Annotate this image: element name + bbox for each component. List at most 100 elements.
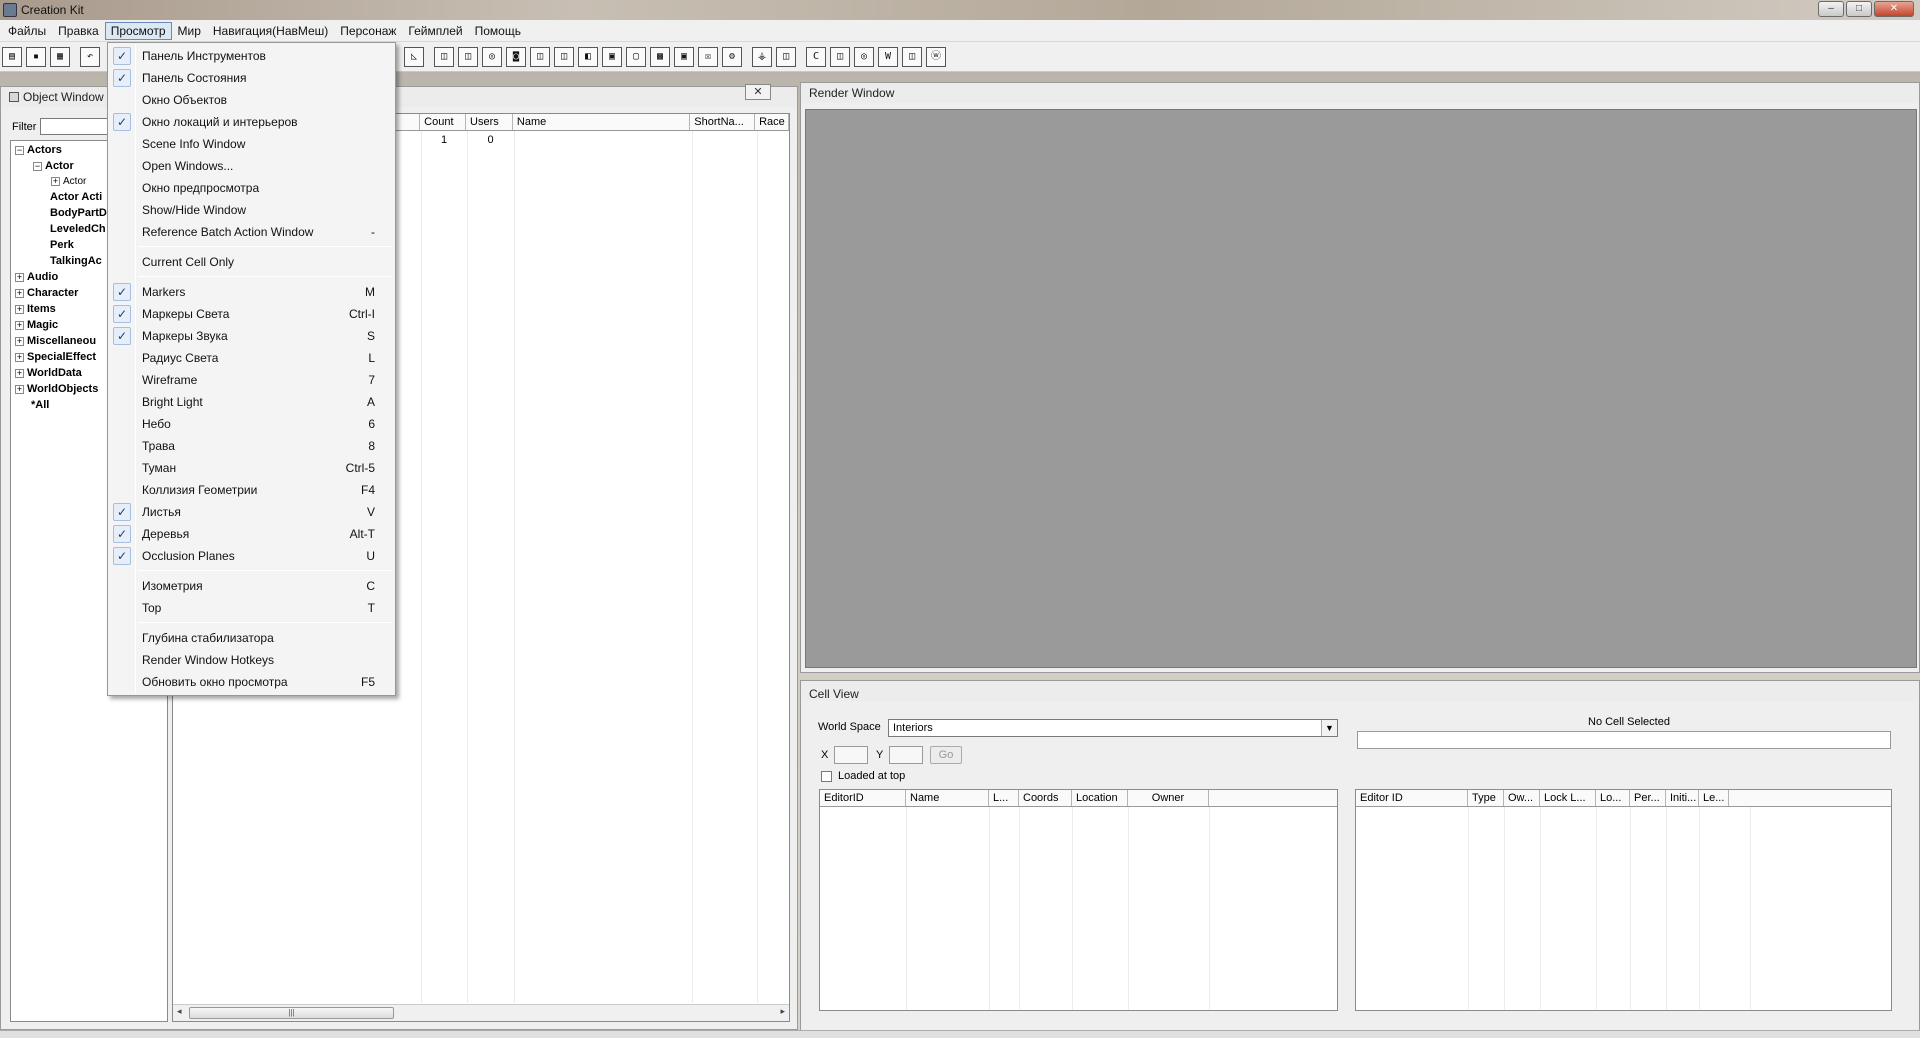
column-header-coords[interactable]: Coords: [1019, 790, 1072, 806]
box-icon[interactable]: ▩: [650, 46, 670, 67]
scroll-left-icon[interactable]: ◂: [177, 1006, 182, 1017]
chart-icon[interactable]: ◺: [404, 46, 424, 67]
column-header-location[interactable]: Location: [1072, 790, 1128, 806]
tree-node[interactable]: + WorldData: [15, 367, 82, 379]
column-header-race[interactable]: Race: [755, 114, 789, 130]
column-header-persistent[interactable]: Per...: [1630, 790, 1666, 806]
chevron-down-icon[interactable]: ▼: [1321, 720, 1337, 736]
tree-node[interactable]: + Items: [15, 303, 56, 315]
view-menu-item[interactable]: Изометрия C: [108, 575, 395, 597]
column-header-lock-level[interactable]: Lock L...: [1540, 790, 1596, 806]
view-menu-item[interactable]: ✓ Occlusion Planes U: [108, 545, 395, 567]
render-viewport[interactable]: [805, 109, 1917, 668]
column-header-owner[interactable]: Owner: [1128, 790, 1209, 806]
view-menu-item[interactable]: ✓ Панель Инструментов: [108, 45, 395, 67]
column-header-name[interactable]: Name: [906, 790, 989, 806]
view-menu-item[interactable]: ✓ Маркеры Звука S: [108, 325, 395, 347]
expand-icon[interactable]: +: [51, 177, 60, 186]
tree-node[interactable]: + Magic: [15, 319, 58, 331]
menu-help[interactable]: Помощь: [469, 22, 527, 40]
view-menu-item[interactable]: ✓ Листья V: [108, 501, 395, 523]
view-menu-item[interactable]: Show/Hide Window: [108, 199, 395, 221]
column-header-l[interactable]: L...: [989, 790, 1019, 806]
view-menu-item[interactable]: Туман Ctrl-5: [108, 457, 395, 479]
expand-icon[interactable]: +: [15, 305, 24, 314]
column-header-shortname[interactable]: ShortNa...: [690, 114, 756, 130]
tree-node[interactable]: + Miscellaneou: [15, 335, 96, 347]
box-icon[interactable]: ▢: [626, 46, 646, 67]
tree-node[interactable]: + Character: [15, 287, 78, 299]
tree-node[interactable]: TalkingAc: [50, 255, 102, 267]
box-icon[interactable]: ◫: [776, 46, 796, 67]
tree-icon[interactable]: ⚶: [752, 46, 772, 67]
box-icon[interactable]: ◫: [830, 46, 850, 67]
cell-info-field[interactable]: [1357, 731, 1891, 749]
view-menu-item[interactable]: Трава 8: [108, 435, 395, 457]
view-menu-item[interactable]: Радиус Света L: [108, 347, 395, 369]
view-menu-item[interactable]: Render Window Hotkeys: [108, 649, 395, 671]
menu-navmesh[interactable]: Навигация(НавМеш): [207, 22, 334, 40]
preferences-icon[interactable]: ▦: [50, 46, 70, 67]
circle-icon[interactable]: ◎: [854, 46, 874, 67]
world-space-select[interactable]: Interiors ▼: [888, 719, 1338, 737]
view-menu-item[interactable]: ✓ Маркеры Света Ctrl-I: [108, 303, 395, 325]
scrollbar-thumb[interactable]: |||: [189, 1007, 394, 1019]
view-menu-item[interactable]: ✓ Панель Состояния: [108, 67, 395, 89]
object-window-close-button[interactable]: ✕: [745, 84, 771, 100]
menu-character[interactable]: Персонаж: [334, 22, 402, 40]
column-header-initially[interactable]: Initi...: [1666, 790, 1699, 806]
view-menu-item[interactable]: Top T: [108, 597, 395, 619]
tree-node[interactable]: + Audio: [15, 271, 58, 283]
expand-icon[interactable]: +: [15, 353, 24, 362]
column-header-editorid[interactable]: EditorID: [820, 790, 906, 806]
scroll-right-icon[interactable]: ▸: [780, 1006, 785, 1017]
horizontal-scrollbar[interactable]: ◂ ||| ▸: [173, 1004, 789, 1021]
view-menu-item[interactable]: Wireframe 7: [108, 369, 395, 391]
letter-c-button[interactable]: C: [806, 46, 826, 67]
view-menu-item[interactable]: Окно Объектов: [108, 89, 395, 111]
cube-icon[interactable]: ◫: [434, 46, 454, 67]
open-icon[interactable]: ▤: [2, 46, 22, 67]
cell-list-grid[interactable]: EditorID Name L... Coords Location Owner: [819, 789, 1338, 1011]
expand-icon[interactable]: +: [15, 385, 24, 394]
save-icon[interactable]: ▪: [26, 46, 46, 67]
box-icon[interactable]: ◙: [506, 46, 526, 67]
view-menu-item[interactable]: Небо 6: [108, 413, 395, 435]
circle-w-icon[interactable]: ⓦ: [926, 46, 946, 67]
tree-node[interactable]: BodyPartD: [50, 207, 107, 219]
column-header-le[interactable]: Le...: [1699, 790, 1729, 806]
y-coordinate-input[interactable]: [889, 746, 923, 764]
view-menu-item[interactable]: ✓ Markers M: [108, 281, 395, 303]
loaded-at-top-checkbox[interactable]: [821, 771, 832, 782]
undo-icon[interactable]: ↶: [80, 46, 100, 67]
collapse-icon[interactable]: −: [33, 162, 42, 171]
collapse-icon[interactable]: −: [15, 146, 24, 155]
split-icon[interactable]: ◧: [578, 46, 598, 67]
view-menu-item[interactable]: Scene Info Window: [108, 133, 395, 155]
view-menu-item[interactable]: Окно предпросмотра: [108, 177, 395, 199]
tree-node[interactable]: + WorldObjects: [15, 383, 98, 395]
column-header-owner[interactable]: Ow...: [1504, 790, 1540, 806]
tree-node[interactable]: *All: [31, 399, 49, 411]
cross-box-icon[interactable]: ☒: [698, 46, 718, 67]
go-button[interactable]: Go: [930, 746, 962, 764]
tree-node[interactable]: + SpecialEffect: [15, 351, 96, 363]
view-menu-item[interactable]: ✓ Деревья Alt-T: [108, 523, 395, 545]
x-coordinate-input[interactable]: [834, 746, 868, 764]
view-menu-item[interactable]: Open Windows...: [108, 155, 395, 177]
column-header-users[interactable]: Users: [466, 114, 513, 130]
view-menu-item[interactable]: Reference Batch Action Window -: [108, 221, 395, 243]
view-menu-item[interactable]: ✓ Окно локаций и интерьеров: [108, 111, 395, 133]
maximize-button[interactable]: □: [1846, 1, 1872, 17]
box-icon[interactable]: ◫: [530, 46, 550, 67]
view-menu-item[interactable]: Обновить окно просмотра F5: [108, 671, 395, 693]
reference-list-grid[interactable]: Editor ID Type Ow... Lock L... Lo... Per…: [1355, 789, 1892, 1011]
close-button[interactable]: ✕: [1874, 1, 1914, 17]
view-menu-item[interactable]: Коллизия Геометрии F4: [108, 479, 395, 501]
expand-icon[interactable]: +: [15, 369, 24, 378]
expand-icon[interactable]: +: [15, 337, 24, 346]
view-menu-item[interactable]: Current Cell Only: [108, 251, 395, 273]
box-icon[interactable]: ◫: [554, 46, 574, 67]
expand-icon[interactable]: +: [15, 321, 24, 330]
box-icon[interactable]: ◫: [902, 46, 922, 67]
